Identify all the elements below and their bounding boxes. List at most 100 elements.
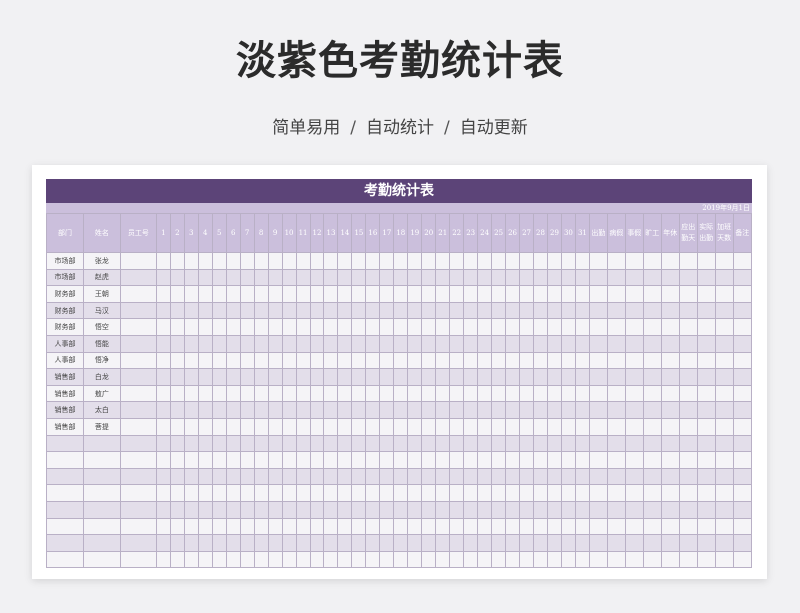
cell[interactable] (309, 500, 325, 519)
cell[interactable] (155, 417, 171, 436)
cell[interactable] (606, 550, 626, 569)
cell[interactable] (463, 252, 479, 270)
cell[interactable] (678, 318, 698, 336)
cell[interactable] (642, 467, 662, 486)
cell[interactable] (491, 368, 507, 386)
cell[interactable] (393, 484, 409, 502)
cell[interactable] (379, 252, 395, 270)
cell[interactable] (696, 550, 716, 569)
cell[interactable] (295, 401, 311, 419)
cell[interactable] (588, 268, 608, 287)
cell[interactable] (239, 434, 255, 453)
cell[interactable] (197, 517, 213, 536)
cell-name[interactable] (82, 434, 121, 453)
cell[interactable] (477, 334, 493, 353)
cell[interactable] (588, 484, 608, 502)
cell[interactable] (337, 368, 353, 386)
cell[interactable] (267, 318, 283, 336)
cell[interactable] (574, 517, 590, 536)
cell[interactable] (642, 268, 662, 287)
cell[interactable] (732, 467, 752, 486)
cell[interactable] (574, 500, 590, 519)
cell[interactable] (183, 434, 199, 453)
cell[interactable] (365, 550, 381, 569)
cell[interactable] (642, 334, 662, 353)
cell[interactable] (546, 484, 562, 502)
cell[interactable] (533, 285, 548, 303)
cell[interactable] (351, 534, 367, 552)
cell[interactable] (337, 550, 353, 569)
cell[interactable] (574, 334, 590, 353)
cell-dept[interactable]: 销售部 (46, 368, 84, 386)
cell[interactable] (239, 484, 255, 502)
cell[interactable] (560, 534, 576, 552)
cell[interactable] (119, 368, 157, 386)
cell[interactable] (678, 401, 698, 419)
cell[interactable] (519, 467, 535, 486)
cell[interactable] (407, 467, 423, 486)
cell[interactable] (606, 401, 626, 419)
cell[interactable] (253, 517, 269, 536)
cell[interactable] (624, 301, 644, 320)
cell[interactable] (211, 301, 227, 320)
cell[interactable] (696, 500, 716, 519)
cell[interactable] (267, 451, 283, 469)
cell[interactable] (660, 351, 680, 370)
cell[interactable] (463, 285, 479, 303)
cell[interactable] (505, 268, 521, 287)
cell[interactable] (491, 351, 507, 370)
cell[interactable] (477, 318, 493, 336)
cell[interactable] (183, 467, 199, 486)
cell[interactable] (714, 434, 734, 453)
cell[interactable] (197, 368, 213, 386)
cell[interactable] (211, 500, 227, 519)
cell[interactable] (642, 384, 662, 403)
cell[interactable] (560, 268, 576, 287)
cell[interactable] (560, 517, 576, 536)
cell[interactable] (197, 334, 213, 353)
cell[interactable] (574, 351, 590, 370)
cell[interactable] (295, 368, 311, 386)
cell[interactable] (267, 417, 283, 436)
cell[interactable] (696, 484, 716, 502)
cell[interactable] (119, 318, 157, 336)
cell[interactable] (435, 517, 451, 536)
cell[interactable] (660, 368, 680, 386)
cell[interactable] (505, 434, 521, 453)
cell[interactable] (211, 401, 227, 419)
cell[interactable] (546, 401, 562, 419)
cell[interactable] (281, 534, 297, 552)
cell[interactable] (155, 351, 171, 370)
cell[interactable] (309, 550, 325, 569)
cell[interactable] (546, 368, 562, 386)
cell[interactable] (197, 384, 213, 403)
cell[interactable] (588, 368, 608, 386)
cell[interactable] (309, 534, 325, 552)
cell[interactable] (546, 334, 562, 353)
cell[interactable] (119, 285, 157, 303)
cell[interactable] (337, 434, 353, 453)
cell[interactable] (225, 517, 241, 536)
cell[interactable] (463, 401, 479, 419)
cell[interactable] (574, 384, 590, 403)
cell[interactable] (505, 384, 521, 403)
cell[interactable] (678, 451, 698, 469)
cell[interactable] (169, 252, 185, 270)
cell[interactable] (660, 534, 680, 552)
cell[interactable] (477, 301, 493, 320)
cell[interactable] (732, 384, 752, 403)
cell[interactable] (714, 268, 734, 287)
cell[interactable] (533, 334, 548, 353)
cell[interactable] (678, 301, 698, 320)
cell[interactable] (435, 351, 451, 370)
cell[interactable] (477, 451, 493, 469)
cell[interactable] (225, 252, 241, 270)
cell[interactable] (281, 384, 297, 403)
cell[interactable] (642, 434, 662, 453)
cell[interactable] (463, 384, 479, 403)
cell[interactable] (337, 451, 353, 469)
cell[interactable] (642, 550, 662, 569)
cell[interactable] (267, 484, 283, 502)
cell[interactable] (155, 500, 171, 519)
cell[interactable] (183, 318, 199, 336)
